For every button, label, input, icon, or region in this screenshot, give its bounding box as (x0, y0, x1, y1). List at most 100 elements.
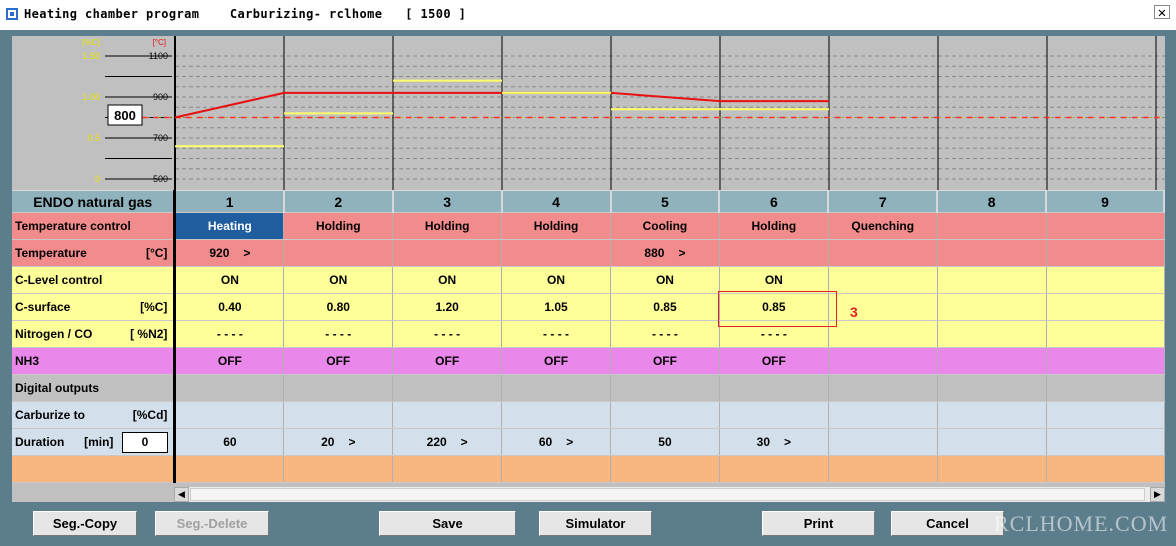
duration-cell[interactable]: 220 > (392, 428, 503, 456)
temperature-cell[interactable] (283, 239, 394, 267)
digital-output-cell[interactable] (1046, 374, 1165, 402)
nh3-cell[interactable]: OFF (392, 347, 503, 375)
nh3-cell[interactable]: OFF (174, 347, 285, 375)
scroll-left-icon[interactable]: ◀ (174, 487, 189, 502)
nitrogen-cell[interactable] (937, 320, 1047, 348)
temp-control-cell[interactable]: Holding (392, 212, 503, 240)
nitrogen-cell[interactable] (828, 320, 938, 348)
c-surface-cell[interactable] (1046, 293, 1165, 321)
save-button[interactable]: Save (379, 511, 516, 536)
digital-output-cell[interactable] (610, 374, 720, 402)
c-level-cell[interactable] (1046, 266, 1165, 294)
temperature-cell[interactable]: 920 > (174, 239, 285, 267)
nh3-cell[interactable] (1046, 347, 1165, 375)
carburize-cell[interactable] (283, 401, 394, 429)
c-level-cell[interactable]: ON (610, 266, 720, 294)
nitrogen-cell[interactable] (1046, 320, 1165, 348)
c-surface-cell[interactable] (828, 293, 938, 321)
digital-output-cell[interactable] (283, 374, 394, 402)
extra-cell[interactable] (174, 455, 285, 483)
c-level-cell[interactable]: ON (283, 266, 394, 294)
carburize-cell[interactable] (937, 401, 1047, 429)
extra-cell[interactable] (828, 455, 938, 483)
temp-control-cell[interactable]: Quenching (828, 212, 938, 240)
carburize-cell[interactable] (719, 401, 829, 429)
temp-control-cell[interactable]: Heating (174, 212, 285, 240)
nitrogen-cell[interactable]: - - - - (174, 320, 285, 348)
temperature-cell[interactable] (1046, 239, 1165, 267)
seg-copy-button[interactable]: Seg.-Copy (33, 511, 137, 536)
nh3-cell[interactable] (937, 347, 1047, 375)
temp-control-cell[interactable]: Holding (719, 212, 829, 240)
c-surface-cell[interactable] (937, 293, 1047, 321)
scroll-right-icon[interactable]: ▶ (1150, 487, 1165, 502)
temperature-cell[interactable]: 880 > (610, 239, 720, 267)
digital-output-cell[interactable] (719, 374, 829, 402)
extra-cell[interactable] (610, 455, 720, 483)
c-level-cell[interactable]: ON (392, 266, 503, 294)
duration-cell[interactable]: 30 > (719, 428, 829, 456)
digital-output-cell[interactable] (501, 374, 611, 402)
c-level-cell[interactable] (828, 266, 938, 294)
carburize-cell[interactable] (174, 401, 285, 429)
nh3-cell[interactable]: OFF (719, 347, 829, 375)
digital-output-cell[interactable] (828, 374, 938, 402)
temperature-cell[interactable] (828, 239, 938, 267)
carburize-cell[interactable] (501, 401, 611, 429)
duration-offset-input[interactable]: 0 (122, 432, 168, 453)
c-surface-cell[interactable]: 0.85 (610, 293, 720, 321)
c-level-cell[interactable]: ON (174, 266, 285, 294)
digital-output-cell[interactable] (174, 374, 285, 402)
nitrogen-cell[interactable]: - - - - (283, 320, 394, 348)
digital-output-cell[interactable] (392, 374, 503, 402)
temperature-cell[interactable] (392, 239, 503, 267)
c-surface-cell[interactable]: 1.20 (392, 293, 503, 321)
print-button[interactable]: Print (762, 511, 875, 536)
cancel-button[interactable]: Cancel (891, 511, 1004, 536)
duration-cell[interactable]: 60 > (501, 428, 611, 456)
carburize-cell[interactable] (1046, 401, 1165, 429)
duration-cell[interactable] (1046, 428, 1165, 456)
digital-output-cell[interactable] (937, 374, 1047, 402)
duration-cell[interactable] (828, 428, 938, 456)
nitrogen-cell[interactable]: - - - - (392, 320, 503, 348)
duration-cell[interactable] (937, 428, 1047, 456)
temperature-cell[interactable] (719, 239, 829, 267)
nh3-cell[interactable]: OFF (610, 347, 720, 375)
extra-cell[interactable] (283, 455, 394, 483)
simulator-button[interactable]: Simulator (539, 511, 652, 536)
carburize-cell[interactable] (392, 401, 503, 429)
duration-cell[interactable]: 60 (174, 428, 285, 456)
c-surface-cell[interactable]: 0.80 (283, 293, 394, 321)
horizontal-scrollbar[interactable]: ◀ ▶ (174, 487, 1165, 502)
c-surface-cell[interactable]: 0.40 (174, 293, 285, 321)
temp-control-cell[interactable]: Holding (283, 212, 394, 240)
nitrogen-cell[interactable]: - - - - (610, 320, 720, 348)
duration-cell[interactable]: 50 (610, 428, 720, 456)
temperature-cell[interactable] (501, 239, 611, 267)
c-level-cell[interactable] (937, 266, 1047, 294)
temp-control-cell[interactable] (937, 212, 1047, 240)
seg-delete-button[interactable]: Seg.-Delete (155, 511, 269, 536)
extra-cell[interactable] (937, 455, 1047, 483)
temperature-cell[interactable] (937, 239, 1047, 267)
extra-cell[interactable] (501, 455, 611, 483)
nitrogen-cell[interactable]: - - - - (501, 320, 611, 348)
extra-cell[interactable] (392, 455, 503, 483)
close-icon[interactable]: ✕ (1154, 5, 1170, 20)
extra-cell[interactable] (719, 455, 829, 483)
c-level-cell[interactable]: ON (501, 266, 611, 294)
duration-cell[interactable]: 20 > (283, 428, 394, 456)
c-surface-cell[interactable]: 1.05 (501, 293, 611, 321)
temp-control-cell[interactable]: Holding (501, 212, 611, 240)
scroll-thumb[interactable] (190, 488, 1145, 501)
carburize-cell[interactable] (828, 401, 938, 429)
nh3-cell[interactable]: OFF (501, 347, 611, 375)
carburize-cell[interactable] (610, 401, 720, 429)
nh3-cell[interactable] (828, 347, 938, 375)
temp-control-cell[interactable] (1046, 212, 1165, 240)
temp-control-cell[interactable]: Cooling (610, 212, 720, 240)
c-level-cell[interactable]: ON (719, 266, 829, 294)
nh3-cell[interactable]: OFF (283, 347, 394, 375)
extra-cell[interactable] (1046, 455, 1165, 483)
